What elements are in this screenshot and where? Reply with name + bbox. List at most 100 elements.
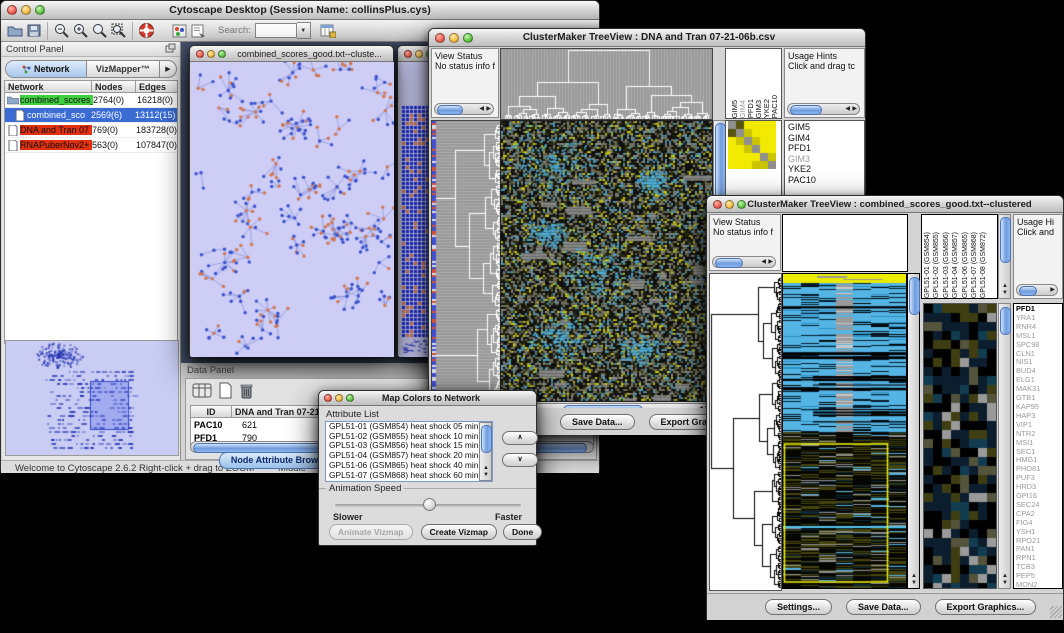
minimize-button[interactable] <box>725 200 734 209</box>
tv1-hints-scrollbar[interactable]: ◀ ▶ <box>787 103 860 115</box>
tv2-column-labels: GPL51-01 (GSM854)GPL51-02 (GSM855)GPL51-… <box>921 214 998 299</box>
faster-label: Faster <box>495 512 522 522</box>
network-row-selected[interactable]: combined_sco 2569(6) 13112(15) <box>5 108 177 123</box>
dialog-button-done[interactable]: Done <box>503 524 542 540</box>
animation-speed-label: Animation Speed <box>326 483 404 494</box>
treeview1-title: ClusterMaker TreeView : DNA and Tran 07-… <box>473 32 825 43</box>
tv2-row-dendrogram[interactable] <box>709 273 782 591</box>
tv1-button-save-data[interactable]: Save Data... <box>560 414 635 430</box>
attribute-list-vscrollbar[interactable]: ▲ ▼ <box>479 422 492 481</box>
tv1-column-labels: GIM5GIM4PFD1GIM3YKE2PAC10 <box>725 48 782 119</box>
network-row[interactable]: DNA and Tran 07 769(0) 183728(0) <box>5 123 177 138</box>
resize-grip[interactable] <box>1050 606 1062 618</box>
tv2-hints-scrollbar[interactable]: ▶ <box>1016 284 1058 296</box>
attribute-table-icon[interactable] <box>192 382 212 404</box>
tv1-column-label: PFD1 <box>746 99 754 118</box>
annotation-icon[interactable] <box>189 21 208 40</box>
minimize-button[interactable] <box>207 50 215 58</box>
close-button[interactable] <box>196 50 204 58</box>
animation-speed-slider[interactable] <box>335 504 521 507</box>
dialog-button-animate-vizmap[interactable]: Animate Vizmap <box>329 524 413 540</box>
tv2-button-export-graphics[interactable]: Export Graphics... <box>935 599 1037 615</box>
attribute-list-item[interactable]: GPL51-07 (GSM868) heat shock 60 min <box>326 471 492 481</box>
close-button[interactable] <box>404 50 412 58</box>
tv2-gene-label[interactable]: MON2 <box>1014 581 1062 589</box>
network-row[interactable]: RNAPuberNov2+ 563(0) 107847(0) <box>5 138 177 153</box>
tv1-gene-label[interactable]: GIM5 <box>785 122 864 133</box>
move-down-button[interactable]: ∨ <box>502 453 538 467</box>
zoom-selected-icon[interactable] <box>90 21 109 40</box>
zoom-button[interactable] <box>463 33 473 43</box>
tv2-heatmap-vscrollbar[interactable]: ▲ ▼ <box>907 273 920 589</box>
tv2-column-label: GPL51-03 (GSM856) <box>943 232 952 298</box>
tv1-row-dendrogram[interactable] <box>431 120 501 402</box>
table-import-icon[interactable] <box>319 21 338 40</box>
zoom-out-icon[interactable] <box>52 21 71 40</box>
tv2-column-dendrogram-area[interactable] <box>782 214 908 272</box>
zoom-in-icon[interactable] <box>71 21 90 40</box>
tv2-column-label: GPL51-07 (GSM868) <box>971 232 980 298</box>
folder-icon <box>7 95 19 105</box>
dialog-button-create-vizmap[interactable]: Create Vizmap <box>421 524 497 540</box>
attribute-list[interactable]: GPL51-01 (GSM854) heat shock 05 minGPL51… <box>325 421 493 482</box>
tv2-heatmap[interactable] <box>782 273 907 589</box>
tv1-usage-hints-panel: Usage Hints Click and drag tc ◀ ▶ <box>784 48 865 118</box>
tab-overflow-icon[interactable]: ▶ <box>159 61 176 77</box>
network-view-icon[interactable] <box>170 21 189 40</box>
window-controls <box>1 5 45 15</box>
tv1-gene-label[interactable]: PAC10 <box>785 175 864 186</box>
close-button[interactable] <box>324 394 332 402</box>
toolbar-separator <box>132 22 133 40</box>
tv1-gene-label[interactable]: GIM3 <box>785 154 864 165</box>
new-attribute-icon[interactable] <box>218 382 233 404</box>
zoom-button[interactable] <box>35 5 45 15</box>
treeview2-title: ClusterMaker TreeView : combined_scores_… <box>746 199 1033 210</box>
tv1-correlation-heatmap[interactable] <box>728 121 776 169</box>
search-input[interactable]: ▼ <box>255 22 311 39</box>
zoom-button[interactable] <box>346 394 354 402</box>
delete-attribute-icon[interactable] <box>239 382 254 404</box>
network-table-header[interactable]: Network Nodes Edges <box>4 80 178 93</box>
minimize-button[interactable] <box>21 5 31 15</box>
search-dropdown-icon[interactable]: ▼ <box>297 22 311 39</box>
help-lifering-icon[interactable] <box>137 21 156 40</box>
minimize-button[interactable] <box>415 50 423 58</box>
network-row[interactable]: combined_scores_ 2764(0) 16218(0) <box>5 93 177 108</box>
toolbar-separator <box>47 22 48 40</box>
tv2-status-scrollbar[interactable]: ◀ ▶ <box>712 256 776 268</box>
minimize-button[interactable] <box>335 394 343 402</box>
tv2-button-save-data[interactable]: Save Data... <box>846 599 921 615</box>
tab-network[interactable]: Network <box>6 61 87 77</box>
birds-eye-view[interactable] <box>5 340 179 456</box>
slider-thumb[interactable] <box>423 498 436 511</box>
tv1-status-scrollbar[interactable]: ◀ ▶ <box>434 103 494 115</box>
tv1-column-label: GIM5 <box>730 100 738 118</box>
close-button[interactable] <box>435 33 445 43</box>
tv1-column-dendrogram[interactable] <box>500 48 713 120</box>
open-file-icon[interactable] <box>5 21 24 40</box>
main-title-bar[interactable]: Cytoscape Desktop (Session Name: collins… <box>1 1 599 20</box>
tab-vizmapper[interactable]: VizMapper™ <box>87 61 159 77</box>
tv1-gene-label[interactable]: YKE2 <box>785 164 864 175</box>
move-up-button[interactable]: ∧ <box>502 431 538 445</box>
close-button[interactable] <box>7 5 17 15</box>
zoom-button[interactable] <box>218 50 226 58</box>
tv1-heatmap[interactable] <box>500 120 713 402</box>
zoom-button[interactable] <box>737 200 746 209</box>
save-icon[interactable] <box>24 21 43 40</box>
float-panel-icon[interactable] <box>165 40 176 58</box>
tv1-gene-label[interactable]: GIM4 <box>785 133 864 144</box>
network-window-1: combined_scores_good.txt--cluste... <box>189 45 394 357</box>
tv2-usage-hints-panel: Usage Hi Click and ▶ <box>1013 214 1063 299</box>
tv2-zoom-heatmap[interactable] <box>923 303 997 589</box>
network-view[interactable] <box>191 62 394 357</box>
tv2-button-settings[interactable]: Settings... <box>765 599 832 615</box>
tv2-column-label: GPL51-01 (GSM854) <box>924 232 933 298</box>
minimize-button[interactable] <box>449 33 459 43</box>
tv1-gene-label[interactable]: PFD1 <box>785 143 864 154</box>
zoom-fit-icon[interactable] <box>109 21 128 40</box>
treeview-window-combined: ClusterMaker TreeView : combined_scores_… <box>706 195 1064 620</box>
tv2-labels-vscrollbar[interactable]: ▲ ▼ <box>998 214 1011 299</box>
tv2-zoom-vscrollbar[interactable]: ▲ ▼ <box>998 303 1011 589</box>
close-button[interactable] <box>713 200 722 209</box>
